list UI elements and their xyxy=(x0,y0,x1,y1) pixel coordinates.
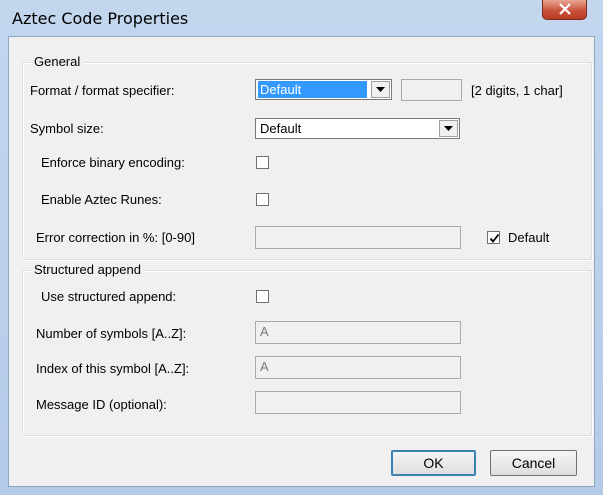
format-select-value: Default xyxy=(258,81,367,98)
general-legend: General xyxy=(31,54,84,69)
message-id-input[interactable] xyxy=(255,391,461,414)
format-hint: [2 digits, 1 char] xyxy=(471,83,563,98)
dialog-window: Aztec Code Properties General Format / f… xyxy=(0,0,603,495)
num-symbols-input[interactable]: A xyxy=(255,321,461,344)
runes-checkbox[interactable] xyxy=(256,193,269,206)
symbol-index-input[interactable]: A xyxy=(255,356,461,379)
use-structured-checkbox[interactable] xyxy=(256,290,269,303)
runes-label: Enable Aztec Runes: xyxy=(41,192,162,207)
ecc-default-checkbox[interactable] xyxy=(487,231,500,244)
ecc-label: Error correction in %: [0-90] xyxy=(36,230,195,245)
title-bar[interactable]: Aztec Code Properties xyxy=(0,0,603,36)
use-structured-label: Use structured append: xyxy=(41,289,177,304)
format-select[interactable]: Default xyxy=(255,79,392,100)
binary-label: Enforce binary encoding: xyxy=(41,155,185,170)
dialog-client: General Format / format specifier: Defau… xyxy=(8,36,595,487)
symbol-size-dropdown-button[interactable] xyxy=(439,120,458,137)
ecc-input[interactable] xyxy=(255,226,461,249)
symbol-index-label: Index of this symbol [A..Z]: xyxy=(36,361,190,376)
ecc-default-label: Default xyxy=(508,230,550,245)
message-id-label: Message ID (optional): xyxy=(36,397,167,412)
checkmark-icon xyxy=(489,233,500,243)
cancel-button[interactable]: Cancel xyxy=(490,450,577,476)
symbol-size-label: Symbol size: xyxy=(30,121,104,136)
ok-button[interactable]: OK xyxy=(391,450,476,476)
close-icon xyxy=(559,3,571,15)
format-label: Format / format specifier: xyxy=(30,83,175,98)
format-specifier-input[interactable] xyxy=(401,79,462,101)
symbol-size-select[interactable]: Default xyxy=(255,118,460,139)
num-symbols-label: Number of symbols [A..Z]: xyxy=(36,326,187,341)
format-dropdown-button[interactable] xyxy=(371,81,390,98)
window-title: Aztec Code Properties xyxy=(12,9,189,28)
close-button[interactable] xyxy=(542,0,587,20)
structured-legend: Structured append xyxy=(31,262,144,277)
symbol-size-value: Default xyxy=(260,121,302,136)
chevron-down-icon xyxy=(444,126,453,131)
chevron-down-icon xyxy=(376,87,385,92)
binary-checkbox[interactable] xyxy=(256,156,269,169)
